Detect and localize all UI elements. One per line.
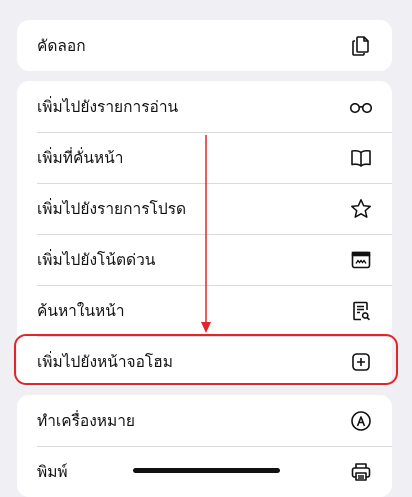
markup-item[interactable]: ทำเครื่องหมาย — [17, 395, 392, 446]
home-indicator — [133, 468, 280, 473]
markup-pen-icon — [349, 409, 373, 433]
book-icon — [349, 146, 373, 170]
markup-label: ทำเครื่องหมาย — [37, 412, 136, 430]
add-to-quick-note-label: เพิ่มไปยังโน้ตด่วน — [37, 251, 156, 269]
add-bookmark-label: เพิ่มที่คั่นหน้า — [37, 149, 124, 167]
add-to-reading-list-label: เพิ่มไปยังรายการอ่าน — [37, 98, 179, 116]
copy-group: คัดลอก — [17, 20, 392, 71]
tools-group: ทำเครื่องหมาย พิมพ์ — [17, 395, 392, 497]
copy-document-icon — [349, 34, 373, 58]
find-on-page-item[interactable]: ค้นหาในหน้า — [17, 285, 392, 336]
star-icon — [349, 197, 373, 221]
add-to-home-screen-label: เพิ่มไปยังหน้าจอโฮม — [37, 353, 173, 371]
add-bookmark-item[interactable]: เพิ่มที่คั่นหน้า — [17, 132, 392, 183]
add-to-favorites-label: เพิ่มไปยังรายการโปรด — [37, 200, 187, 218]
quick-note-icon — [349, 248, 373, 272]
copy-item[interactable]: คัดลอก — [17, 20, 392, 71]
copy-label: คัดลอก — [37, 37, 86, 55]
add-to-favorites-item[interactable]: เพิ่มไปยังรายการโปรด — [17, 183, 392, 234]
print-label: พิมพ์ — [37, 463, 68, 481]
find-in-page-icon — [349, 299, 373, 323]
add-to-quick-note-item[interactable]: เพิ่มไปยังโน้ตด่วน — [17, 234, 392, 285]
add-to-home-screen-item[interactable]: เพิ่มไปยังหน้าจอโฮม — [17, 336, 392, 387]
add-to-reading-list-item[interactable]: เพิ่มไปยังรายการอ่าน — [17, 81, 392, 132]
printer-icon — [349, 460, 373, 484]
find-on-page-label: ค้นหาในหน้า — [37, 302, 125, 320]
add-square-icon — [349, 350, 373, 374]
reading-glasses-icon — [349, 95, 373, 119]
actions-group: เพิ่มไปยังรายการอ่าน เพิ่มที่คั่นหน้า เพ… — [17, 81, 392, 387]
